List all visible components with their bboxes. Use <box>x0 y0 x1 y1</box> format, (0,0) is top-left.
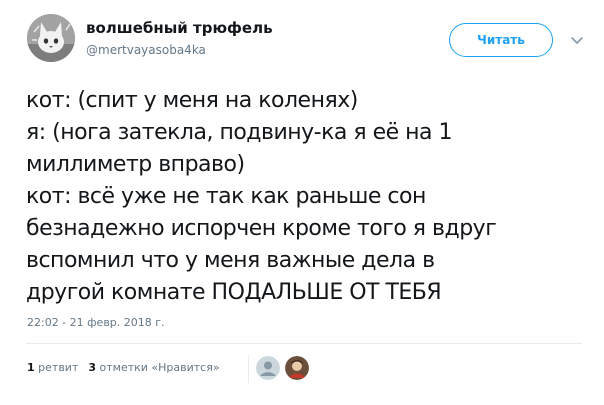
author-username[interactable]: @mertvayasoba4ka <box>86 43 206 57</box>
tweet-text-line: вспомнил что у меня важные дела в <box>26 248 435 273</box>
liker-avatar[interactable] <box>285 356 309 380</box>
tweet-text-line: кот: всё уже не так как раньше сон <box>26 184 426 209</box>
likes-count: 3 <box>88 361 97 374</box>
cat-avatar-icon <box>27 14 75 62</box>
tweet-text-line: я: (нога затекла, подвину-ка я её на 1 <box>26 120 453 145</box>
stats-divider-line <box>26 343 582 344</box>
default-user-avatar-icon <box>256 356 280 380</box>
likes-stat[interactable]: 3 отметки «Нравится» <box>88 361 219 374</box>
likes-label: отметки «Нравится» <box>99 361 220 374</box>
liker-avatar[interactable] <box>256 356 280 380</box>
tweet-text-line: безнадежно испорчен кроме того я вдруг <box>26 216 497 241</box>
tweet-timestamp[interactable]: 22:02 - 21 февр. 2018 г. <box>27 316 165 329</box>
tweet-text-line: кот: (спит у меня на коленях) <box>26 88 358 113</box>
author-avatar[interactable] <box>27 14 75 62</box>
tweet-menu-button[interactable] <box>569 32 585 48</box>
retweets-count: 1 <box>27 361 35 374</box>
tweet-text-line: миллиметр вправо) <box>26 152 245 177</box>
chevron-down-icon <box>571 37 583 44</box>
user-avatar-icon <box>285 356 309 380</box>
tweet-text: кот: (спит у меня на коленях) я: (нога з… <box>26 85 586 309</box>
author-display-name[interactable]: волшебный трюфель <box>86 19 273 37</box>
follow-button[interactable]: Читать <box>449 23 553 57</box>
retweets-stat[interactable]: 1 ретвит <box>27 361 78 374</box>
tweet-stats: 1 ретвит 3 отметки «Нравится» <box>27 361 220 374</box>
retweets-label: ретвит <box>38 361 79 374</box>
stats-separator <box>248 355 249 383</box>
tweet-text-line: другой комнате ПОДАЛЬШЕ ОТ ТЕБЯ <box>26 280 442 305</box>
